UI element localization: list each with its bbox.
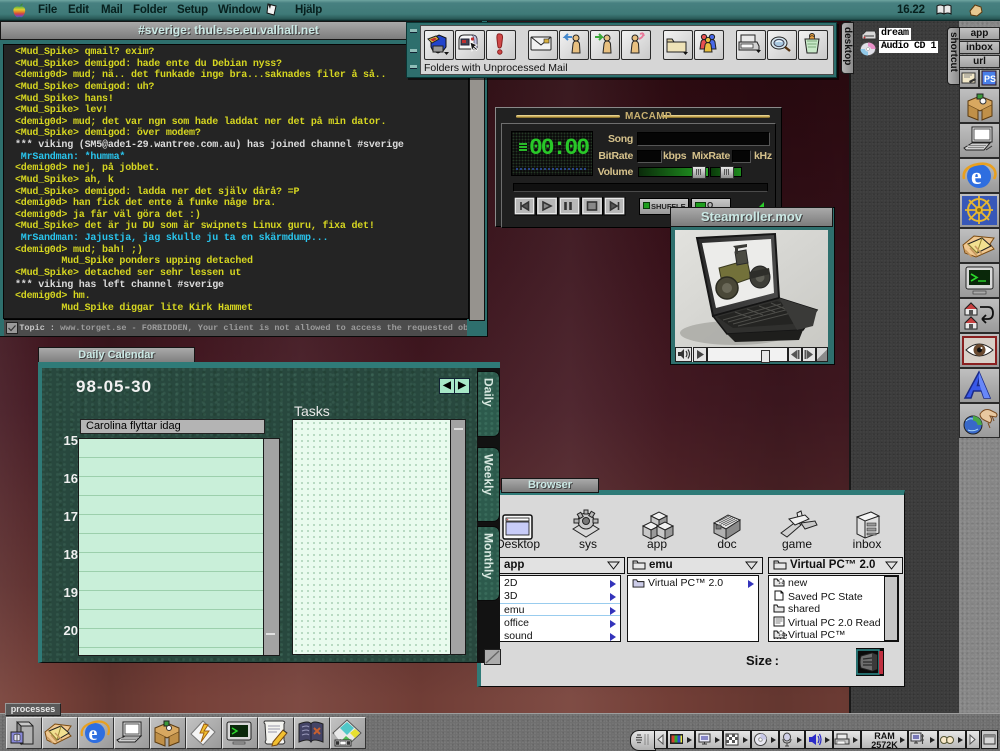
svg-text:e: e bbox=[971, 164, 982, 190]
svg-text:e: e bbox=[89, 723, 98, 745]
svg-text:PS: PS bbox=[984, 74, 996, 84]
